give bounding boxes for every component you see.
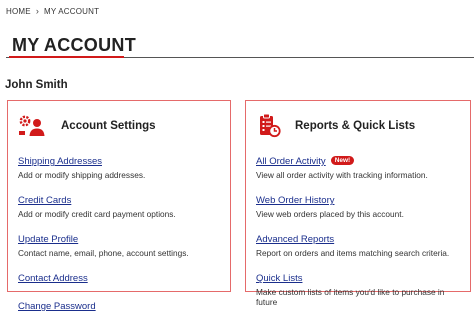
page-title: MY ACCOUNT bbox=[12, 35, 136, 55]
list-item: Web Order History View web orders placed… bbox=[256, 190, 462, 219]
reports-header: Reports & Quick Lists bbox=[256, 113, 415, 139]
change-password-link[interactable]: Change Password bbox=[18, 301, 96, 312]
list-item: Credit Cards Add or modify credit card p… bbox=[18, 190, 222, 219]
account-settings-header: Account Settings bbox=[18, 113, 156, 139]
web-order-history-link[interactable]: Web Order History bbox=[256, 195, 334, 206]
breadcrumb-home-link[interactable]: HOME bbox=[6, 7, 31, 16]
account-settings-title: Account Settings bbox=[61, 120, 156, 132]
title-accent-underline bbox=[9, 56, 124, 58]
reports-quick-lists-card: Reports & Quick Lists All Order Activity… bbox=[245, 100, 471, 307]
credit-cards-desc: Add or modify credit card payment option… bbox=[18, 209, 176, 219]
list-item: Advanced Reports Report on orders and it… bbox=[256, 229, 462, 258]
quick-lists-link[interactable]: Quick Lists bbox=[256, 273, 302, 284]
all-order-activity-link[interactable]: All Order Activity bbox=[256, 156, 326, 167]
account-settings-icon bbox=[18, 113, 46, 139]
shipping-addresses-link[interactable]: Shipping Addresses bbox=[18, 156, 102, 167]
breadcrumb-current: MY ACCOUNT bbox=[44, 6, 100, 16]
list-item: Change Password bbox=[18, 296, 222, 314]
shipping-addresses-desc: Add or modify shipping addresses. bbox=[18, 170, 146, 180]
credit-cards-link[interactable]: Credit Cards bbox=[18, 195, 71, 206]
list-item: Quick Lists Make custom lists of items y… bbox=[256, 268, 462, 307]
list-item: Update Profile Contact name, email, phon… bbox=[18, 229, 222, 258]
list-item: Contact Address bbox=[18, 268, 222, 286]
advanced-reports-link[interactable]: Advanced Reports bbox=[256, 234, 334, 245]
reports-title: Reports & Quick Lists bbox=[295, 120, 416, 132]
reports-clipboard-icon bbox=[256, 113, 284, 139]
breadcrumb-separator: › bbox=[35, 6, 40, 16]
web-order-history-desc: View web orders placed by this account. bbox=[256, 209, 404, 219]
account-settings-list: Shipping Addresses Add or modify shippin… bbox=[18, 151, 222, 324]
update-profile-desc: Contact name, email, phone, account sett… bbox=[18, 248, 189, 258]
user-name: John Smith bbox=[5, 79, 68, 91]
update-profile-link[interactable]: Update Profile bbox=[18, 234, 78, 245]
account-settings-card: Account Settings Shipping Addresses Add … bbox=[7, 100, 231, 312]
contact-address-link[interactable]: Contact Address bbox=[18, 273, 88, 284]
list-item: All Order Activity New! View all order ac… bbox=[256, 151, 462, 180]
list-item: Shipping Addresses Add or modify shippin… bbox=[18, 151, 222, 180]
all-order-activity-desc: View all order activity with tracking in… bbox=[256, 170, 428, 180]
breadcrumb: HOME › MY ACCOUNT bbox=[6, 6, 99, 16]
quick-lists-desc: Make custom lists of items you'd like to… bbox=[256, 287, 445, 307]
advanced-reports-desc: Report on orders and items matching sear… bbox=[256, 248, 450, 258]
reports-list: All Order Activity New! View all order ac… bbox=[256, 151, 462, 317]
new-badge: New! bbox=[330, 156, 355, 165]
